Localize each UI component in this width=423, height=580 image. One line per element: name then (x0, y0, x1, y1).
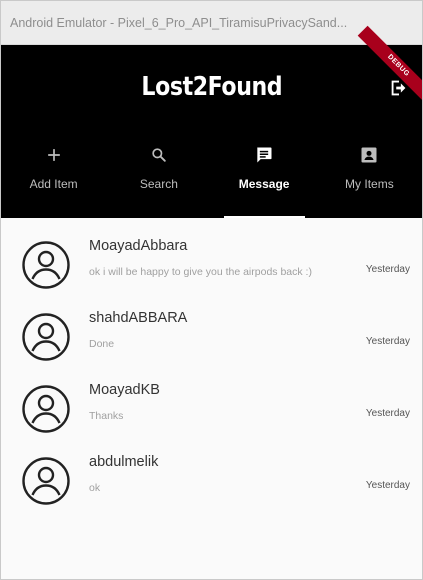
app-title: Lost2Found (141, 72, 282, 102)
conversation-list: MoayadAbbara ok i will be happy to give … (1, 218, 422, 522)
conversation-row[interactable]: MoayadKB Thanks Yesterday (1, 378, 422, 450)
conversation-name: abdulmelik (89, 454, 159, 470)
plus-icon (47, 149, 60, 161)
window-title: Android Emulator - Pixel_6_Pro_API_Tiram… (10, 15, 348, 30)
tab-label: Search (139, 177, 178, 191)
avatar-icon (22, 457, 70, 505)
conversation-name: MoayadAbbara (89, 238, 188, 254)
tab-label: My Items (345, 177, 394, 191)
tab-add-item[interactable]: Add Item (1, 129, 106, 218)
avatar-icon (22, 313, 70, 361)
conversation-preview: ok i will be happy to give you the airpo… (89, 266, 312, 278)
conversation-preview: Done (89, 338, 115, 350)
tab-label: Add Item (29, 177, 78, 191)
account-box-icon (361, 147, 377, 163)
conversation-time: Yesterday (365, 408, 410, 419)
conversation-name: MoayadKB (89, 382, 160, 398)
conversation-time: Yesterday (365, 264, 410, 275)
app-bar: Lost2Found DEBUG (1, 25, 422, 129)
conversation-preview: Thanks (89, 410, 124, 422)
avatar-icon (22, 241, 70, 289)
conversation-name: shahdABBARA (89, 310, 188, 326)
conversation-row[interactable]: MoayadAbbara ok i will be happy to give … (1, 234, 422, 306)
tab-bar: Add Item Search Message My Items (1, 129, 422, 218)
window-titlebar: Android Emulator - Pixel_6_Pro_API_Tiram… (1, 1, 422, 45)
conversation-row[interactable]: abdulmelik ok Yesterday (1, 450, 422, 522)
conversation-time: Yesterday (365, 480, 410, 491)
tab-search[interactable]: Search (106, 129, 211, 218)
tab-label: Message (238, 177, 290, 191)
tab-my-items[interactable]: My Items (317, 129, 422, 218)
conversation-time: Yesterday (365, 336, 410, 347)
avatar-icon (22, 385, 70, 433)
conversation-row[interactable]: shahdABBARA Done Yesterday (1, 306, 422, 378)
emulator-window: Android Emulator - Pixel_6_Pro_API_Tiram… (0, 0, 423, 580)
message-icon (257, 147, 272, 163)
tab-message[interactable]: Message (212, 129, 317, 218)
search-icon (152, 148, 166, 162)
conversation-preview: ok (89, 482, 101, 494)
